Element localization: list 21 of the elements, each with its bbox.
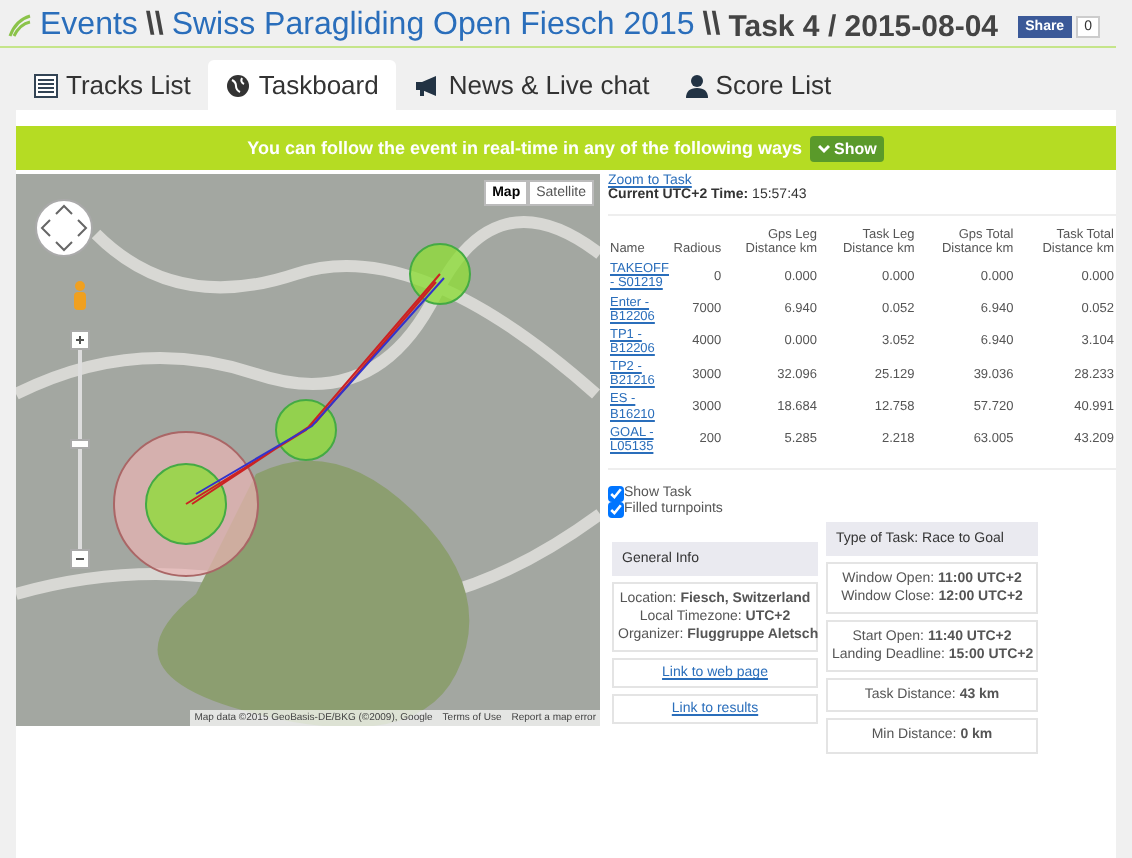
list-icon xyxy=(34,73,58,97)
page-title: Task 4 / 2015-08-04 xyxy=(728,9,999,43)
breadcrumb-separator: \\ xyxy=(145,8,164,44)
breadcrumb-separator: \\ xyxy=(702,8,721,44)
tab[interactable]: Tracks List xyxy=(16,60,209,110)
tab[interactable]: News & Live chat xyxy=(396,60,668,110)
user-icon xyxy=(685,73,708,97)
megaphone-icon xyxy=(414,73,441,97)
tab[interactable]: Taskboard xyxy=(208,60,397,110)
breadcrumb-link[interactable]: Events xyxy=(40,8,138,44)
banner-text: You can follow the event in real-time in any of the following ways xyxy=(247,138,803,158)
zoom-slider-icon[interactable] xyxy=(70,330,90,570)
chevron-down-icon xyxy=(818,143,831,153)
glider-icon xyxy=(8,14,32,38)
checkbox[interactable] xyxy=(608,501,624,518)
breadcrumb-link[interactable]: Swiss Paragliding Open Fiesch 2015 xyxy=(171,8,695,44)
show-button[interactable]: Show xyxy=(810,135,885,161)
checkbox[interactable] xyxy=(608,485,624,502)
globe-icon xyxy=(226,73,251,97)
tab[interactable]: Score List xyxy=(667,60,850,110)
pan-control-icon[interactable] xyxy=(34,198,94,258)
